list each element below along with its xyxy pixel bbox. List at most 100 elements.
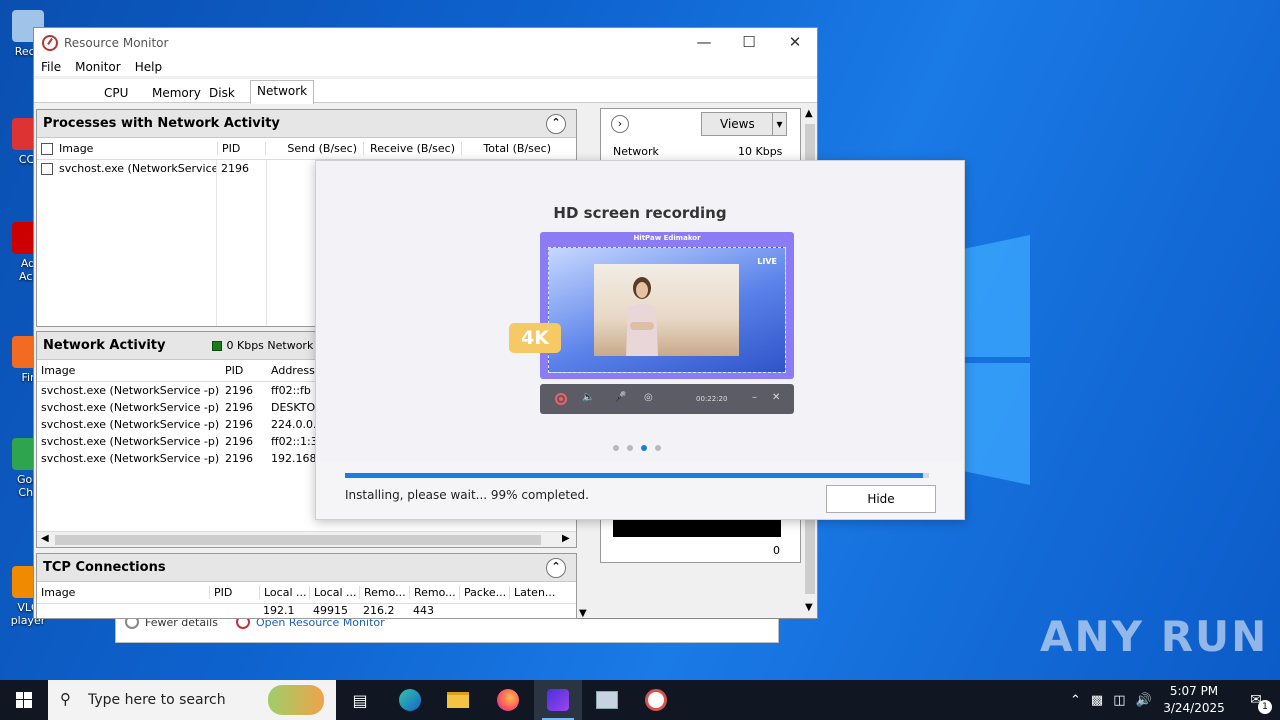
processes-header[interactable]: Processes with Network Activity ⌃: [37, 110, 576, 138]
chevron-up-icon[interactable]: ⌃: [1070, 693, 1081, 708]
cell-pid: 2196: [225, 401, 253, 414]
scroll-left-icon[interactable]: ◀: [41, 533, 49, 544]
collapse-icon[interactable]: ⌃: [546, 558, 566, 578]
col-send[interactable]: Send (B/sec): [265, 142, 363, 155]
section-title: TCP Connections: [43, 560, 166, 575]
taskbar-edimakor[interactable]: [534, 680, 582, 720]
recording-control-bar: 🔈 🎤 ◎ 00:22:20 – ✕: [540, 384, 794, 414]
menu-monitor[interactable]: Monitor: [75, 60, 121, 74]
table-row[interactable]: 192.1 49915 216.2 443: [37, 604, 576, 614]
col-pid[interactable]: PID: [217, 142, 265, 155]
tcp-cell: 192.1: [263, 604, 295, 614]
tab-cpu[interactable]: CPU: [98, 83, 134, 103]
notification-count: 1: [1258, 700, 1272, 714]
window-title: Resource Monitor: [64, 36, 169, 50]
slide-dot[interactable]: [655, 445, 661, 451]
maximize-button[interactable]: ☐: [726, 28, 772, 58]
clock-date: 3/24/2025: [1163, 701, 1225, 715]
col-receive[interactable]: Receive (B/sec): [363, 142, 461, 155]
tcp-col-header[interactable]: Laten...: [509, 586, 555, 599]
tcp-connections-header[interactable]: TCP Connections ⌃: [37, 554, 576, 582]
teacher-figure: [626, 277, 658, 356]
tcp-cell: 49915: [313, 604, 348, 614]
tcp-col-header[interactable]: Packe...: [459, 586, 509, 599]
tcp-col-header[interactable]: Remo...: [359, 586, 409, 599]
taskbar-clock[interactable]: 5:07 PM 3/24/2025: [1160, 683, 1228, 717]
col-pid[interactable]: PID: [221, 364, 267, 377]
title-bar: Resource Monitor — ☐ ✕: [34, 28, 817, 58]
taskbar-firefox[interactable]: [484, 680, 532, 720]
4k-badge: 4K: [509, 323, 561, 353]
installer-slideshow: HD screen recording HitPaw Edimakor LIVE…: [316, 161, 964, 461]
folder-icon: [447, 692, 469, 708]
slide-dot[interactable]: [613, 445, 619, 451]
menu-file[interactable]: File: [41, 60, 61, 74]
clock-time: 5:07 PM: [1169, 684, 1219, 698]
tab-memory[interactable]: Memory: [146, 83, 207, 103]
cell-pid: 2196: [225, 418, 253, 431]
cell-pid: 2196: [225, 452, 253, 465]
row-checkbox[interactable]: [41, 163, 53, 175]
search-placeholder: Type here to search: [88, 692, 226, 708]
close-icon: ✕: [772, 392, 781, 403]
preview-screen: LIVE: [548, 247, 786, 373]
select-all-checkbox[interactable]: [41, 143, 53, 155]
col-total[interactable]: Total (B/sec): [461, 142, 557, 155]
slide-indicator: [613, 445, 661, 451]
tcp-col-header[interactable]: Image: [37, 586, 209, 599]
close-button[interactable]: ✕: [772, 28, 818, 58]
network-icon[interactable]: ◫: [1113, 693, 1125, 708]
tcp-col-header[interactable]: Local ...: [259, 586, 309, 599]
edimakor-icon: [547, 689, 569, 711]
resource-monitor-icon: [645, 689, 667, 711]
slide-dot[interactable]: [641, 445, 647, 451]
windows-start-icon: [16, 692, 32, 708]
task-view-button[interactable]: ▤: [336, 680, 384, 720]
tab-network[interactable]: Network: [250, 80, 315, 104]
horizontal-scrollbar[interactable]: ◀ ▶: [37, 531, 576, 547]
taskbar-search-box[interactable]: ⚲ Type here to search: [48, 680, 336, 720]
tcp-col-header[interactable]: Remo...: [409, 586, 459, 599]
col-image[interactable]: Image: [37, 364, 221, 377]
tcp-cell: 216.2: [363, 604, 395, 614]
install-progress-bar: [345, 473, 929, 478]
microphone-icon: 🎤: [614, 392, 627, 403]
system-tray: ⌃ ▩ ◫ 🔊: [1070, 680, 1152, 720]
collapse-icon[interactable]: ⌃: [546, 114, 566, 134]
slide-dot[interactable]: [627, 445, 633, 451]
tcp-col-header[interactable]: PID: [209, 586, 259, 599]
start-button[interactable]: [0, 680, 48, 720]
taskbar-resource-monitor[interactable]: [632, 680, 680, 720]
tcp-col-header[interactable]: Local ...: [309, 586, 359, 599]
processes-table-header: Image PID Send (B/sec) Receive (B/sec) T…: [37, 138, 576, 160]
edge-icon: [399, 689, 421, 711]
hide-button[interactable]: Hide: [826, 485, 936, 513]
graph-min-value: 0: [773, 544, 780, 557]
scroll-right-icon[interactable]: ▶: [562, 533, 570, 544]
security-icon[interactable]: ▩: [1091, 693, 1103, 708]
expand-icon[interactable]: ›: [611, 115, 629, 133]
menu-help[interactable]: Help: [135, 60, 162, 74]
scroll-up-icon[interactable]: ▲: [805, 108, 813, 119]
installer-dialog: HD screen recording HitPaw Edimakor LIVE…: [315, 160, 965, 520]
volume-icon[interactable]: 🔊: [1136, 693, 1152, 708]
search-icon: ⚲: [60, 690, 71, 708]
notification-center-button[interactable]: ✉ 1: [1232, 680, 1280, 720]
search-highlight-image: [268, 685, 324, 715]
scroll-down-icon[interactable]: ▼: [805, 602, 813, 613]
tab-strip: CPU Memory Disk Network: [34, 79, 817, 104]
network-graph: [613, 519, 781, 537]
scroll-down-icon[interactable]: ▼: [579, 608, 587, 619]
taskbar-edge[interactable]: [386, 680, 434, 720]
minimize-button[interactable]: —: [681, 28, 727, 58]
col-image[interactable]: Image: [37, 142, 217, 155]
camera-icon: ◎: [644, 392, 653, 403]
taskbar-file-explorer[interactable]: [434, 680, 482, 720]
recording-time: 00:22:20: [696, 395, 728, 403]
taskbar-installer[interactable]: [583, 680, 631, 720]
scroll-thumb[interactable]: [55, 535, 541, 545]
network-graph-scale: 10 Kbps: [738, 145, 783, 158]
views-dropdown[interactable]: Views ▾: [701, 112, 787, 136]
anyrun-watermark: ANY RUN: [1040, 612, 1269, 661]
tab-disk[interactable]: Disk: [203, 83, 241, 103]
